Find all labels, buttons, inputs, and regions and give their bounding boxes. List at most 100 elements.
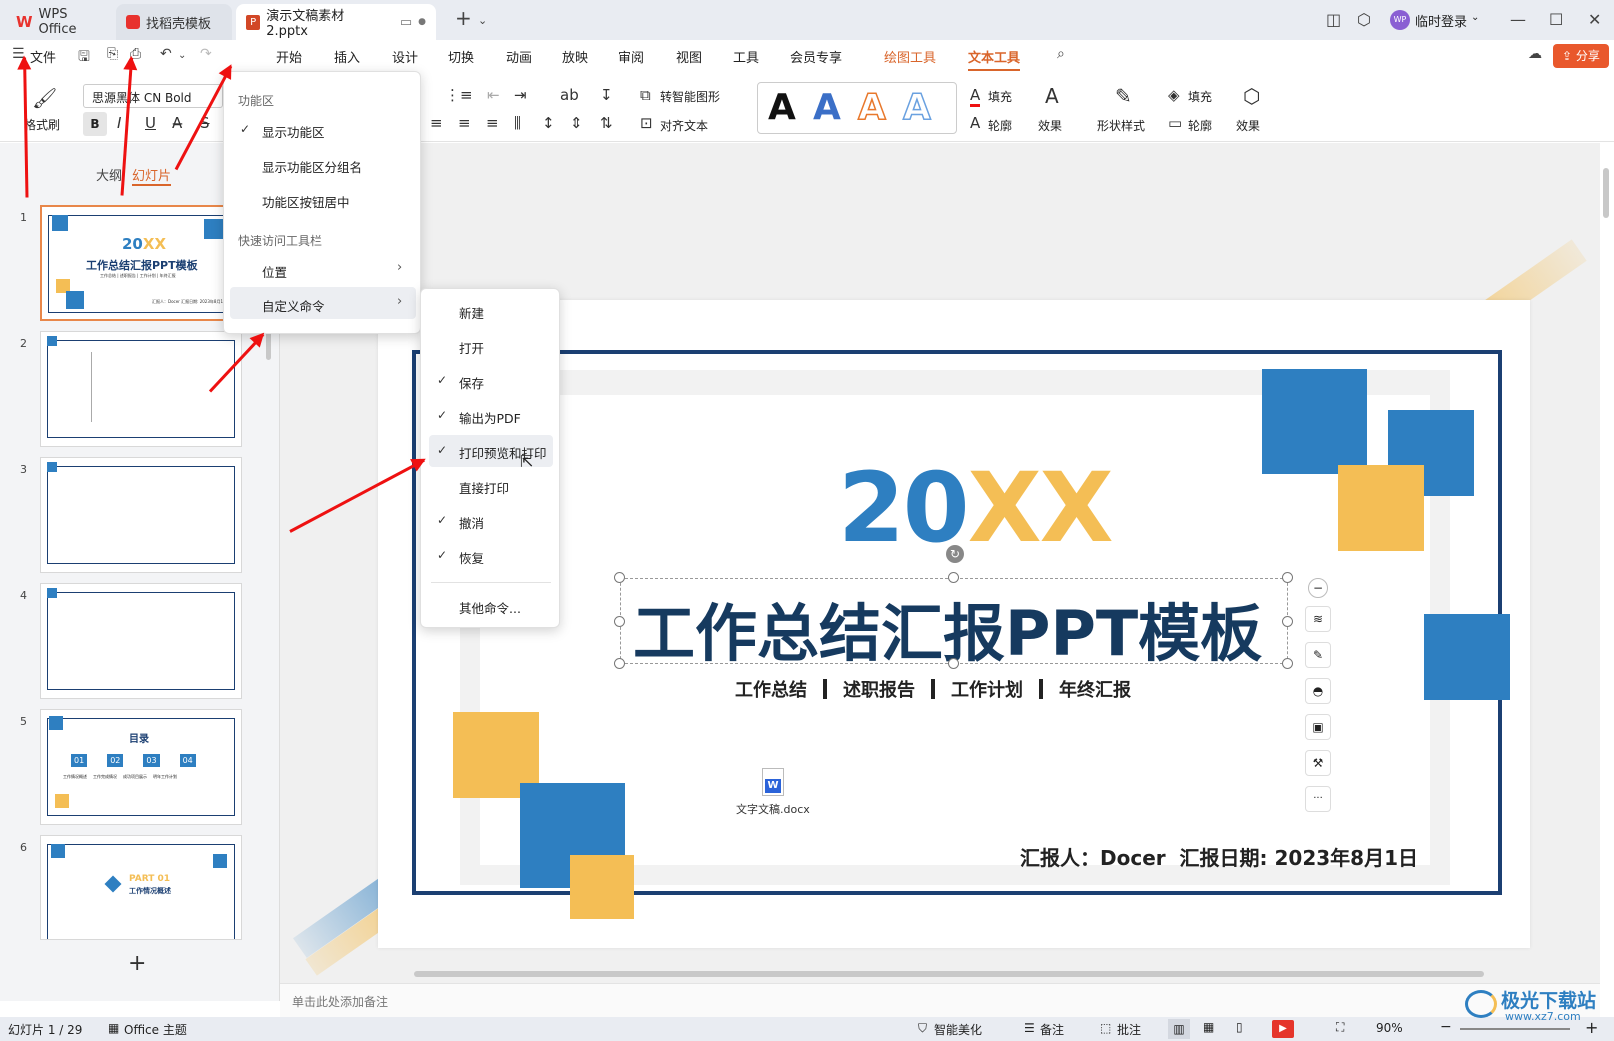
smart-shape-label[interactable]: 转智能图形 xyxy=(660,88,720,105)
tab-outline[interactable]: 大纲 xyxy=(96,165,122,184)
play-slideshow-icon[interactable]: ▶ xyxy=(1272,1020,1294,1038)
align-center-icon[interactable]: ≡ xyxy=(458,114,471,132)
rotate-handle-icon[interactable]: ↻ xyxy=(946,545,964,563)
slide-thumbnail-6[interactable]: PART 01 工作情况概述 xyxy=(40,835,242,940)
submenu-item[interactable]: 输出为PDF xyxy=(459,408,521,427)
tab-8[interactable]: 工具 xyxy=(733,47,759,66)
undo-icon[interactable]: ↶ xyxy=(160,46,172,62)
text-effect-icon[interactable]: A xyxy=(1045,84,1059,108)
line-spacing-icon[interactable]: ↕ xyxy=(542,114,555,132)
align-left-icon[interactable]: ≡ xyxy=(430,114,443,132)
redo-icon[interactable]: ↷ xyxy=(200,46,212,62)
vertical-scrollbar-thumb[interactable] xyxy=(1603,168,1609,218)
submenu-item[interactable]: 打开 xyxy=(459,338,484,357)
sort-icon[interactable]: ↧ xyxy=(600,86,613,104)
title-textbox[interactable]: 工作总结汇报PPT模板 xyxy=(620,578,1288,670)
tab-2[interactable]: 设计 xyxy=(392,47,418,66)
slide-thumbnail-3[interactable] xyxy=(40,457,242,573)
horizontal-scrollbar-thumb[interactable] xyxy=(414,971,1484,977)
submenu-item[interactable]: 撤消 xyxy=(459,513,484,532)
shape-style-label[interactable]: 形状样式 xyxy=(1097,117,1145,134)
docx-file-icon[interactable]: W xyxy=(762,768,784,796)
tab-drawing-tools[interactable]: 绘图工具 xyxy=(884,47,936,66)
resize-handle[interactable] xyxy=(1282,572,1293,583)
resize-handle[interactable] xyxy=(948,572,959,583)
shape-effect-icon[interactable]: ⬡ xyxy=(1243,84,1260,108)
shape-outline-label[interactable]: 轮廓 xyxy=(1188,117,1212,134)
submenu-item[interactable]: 新建 xyxy=(459,303,484,322)
shape-outline-icon[interactable]: ▭ xyxy=(1168,114,1182,132)
tab-list-chevron-icon[interactable]: ⌄ xyxy=(478,14,487,27)
search-icon[interactable]: ⌕ xyxy=(1057,46,1065,62)
wordart-style-black[interactable]: A xyxy=(768,87,796,128)
new-tab-icon[interactable]: + xyxy=(455,6,472,30)
text-effect-label[interactable]: 效果 xyxy=(1038,117,1062,134)
notes-area[interactable]: 单击此处添加备注 xyxy=(280,983,1600,1017)
wordart-style-orange-outline[interactable]: A xyxy=(857,86,886,129)
slide-title[interactable]: 工作总结汇报PPT模板 xyxy=(633,583,1262,673)
slide-thumbnail-1[interactable]: 20XX 工作总结汇报PPT模板 工作总结 | 述职报告 | 工作计划 | 年终… xyxy=(40,205,242,321)
chat-icon[interactable]: ☁ xyxy=(1528,46,1542,62)
tab-4[interactable]: 动画 xyxy=(506,47,532,66)
reading-view-icon[interactable]: ▯ xyxy=(1236,1020,1243,1034)
tab-3[interactable]: 切换 xyxy=(448,47,474,66)
text-outline-icon[interactable]: A xyxy=(970,114,980,132)
tab-9[interactable]: 会员专享 xyxy=(790,47,842,66)
slide-subtitle[interactable]: 工作总结 述职报告 工作计划 年终汇报 xyxy=(735,676,1131,702)
tools-icon[interactable]: ⚒ xyxy=(1305,750,1331,776)
zoom-slider[interactable] xyxy=(1460,1028,1570,1030)
wordart-gallery[interactable]: A A A A xyxy=(757,82,957,134)
wordart-style-blue-outline[interactable]: A xyxy=(902,86,931,129)
para-spacing-icon[interactable]: ⇕ xyxy=(570,114,583,132)
shape-fill-icon[interactable]: ◈ xyxy=(1168,86,1180,104)
bold-button[interactable]: B xyxy=(83,112,107,136)
columns-icon[interactable]: ⇅ xyxy=(600,114,613,132)
export-pdf-icon[interactable]: ⎘ xyxy=(107,46,118,62)
text-fill-label[interactable]: 填充 xyxy=(988,88,1012,105)
tab-slides[interactable]: 幻灯片 xyxy=(132,165,172,186)
layers-icon[interactable]: ≋ xyxy=(1305,606,1331,632)
minimize-icon[interactable]: — xyxy=(1510,10,1526,29)
frame-icon[interactable]: ▣ xyxy=(1305,714,1331,740)
zoom-out-icon[interactable]: − xyxy=(1440,1019,1452,1035)
distribute-icon[interactable]: ⫼ xyxy=(514,114,521,132)
undo-chevron-icon[interactable]: ⌄ xyxy=(178,50,186,61)
file-menu[interactable]: 文件 xyxy=(30,47,56,66)
numbered-list-icon[interactable]: ⋮≡ xyxy=(445,86,473,104)
format-painter-icon[interactable]: 🖌 xyxy=(32,86,57,110)
menu-position[interactable]: 位置 xyxy=(262,262,287,281)
tab-template[interactable]: 找稻壳模板 xyxy=(116,4,232,40)
slide-reporter[interactable]: 汇报人：Docer 汇报日期: 2023年8月1日 xyxy=(1020,842,1418,871)
shape-fill-label[interactable]: 填充 xyxy=(1188,88,1212,105)
notes-button[interactable]: 备注 xyxy=(1040,1021,1064,1038)
pen-icon[interactable]: ✎ xyxy=(1305,642,1331,668)
text-fill-icon[interactable]: A xyxy=(970,86,981,107)
shape-style-icon[interactable]: ✎ xyxy=(1115,84,1132,108)
increase-indent-icon[interactable]: ⇥ xyxy=(514,86,527,104)
smart-shape-icon[interactable]: ⧉ xyxy=(640,86,651,104)
slide-thumbnail-4[interactable] xyxy=(40,583,242,699)
menu-custom-commands[interactable]: 自定义命令 xyxy=(262,296,325,315)
submenu-item[interactable]: 保存 xyxy=(459,373,484,392)
share-button[interactable]: ⇪ 分享 xyxy=(1553,44,1609,68)
close-icon[interactable]: ✕ xyxy=(1588,10,1601,29)
align-text-label[interactable]: 对齐文本 xyxy=(660,117,708,134)
submenu-item[interactable]: 直接打印 xyxy=(459,478,509,497)
resize-handle[interactable] xyxy=(1282,658,1293,669)
resize-handle[interactable] xyxy=(948,658,959,669)
cube-icon[interactable]: ⬡ xyxy=(1357,10,1371,29)
text-outline-label[interactable]: 轮廓 xyxy=(988,117,1012,134)
tab-7[interactable]: 视图 xyxy=(676,47,702,66)
tab-document[interactable]: P 演示文稿素材2.pptx ▭ ● xyxy=(236,4,436,40)
resize-handle[interactable] xyxy=(614,572,625,583)
login-chevron-icon[interactable]: ⌄ xyxy=(1471,12,1479,23)
font-name-select[interactable]: 思源黑体 CN Bold xyxy=(83,84,223,108)
resize-handle[interactable] xyxy=(614,616,625,627)
fill-icon[interactable]: ◓ xyxy=(1305,678,1331,704)
format-painter-label[interactable]: 格式刷 xyxy=(24,116,60,133)
text-spacing-icon[interactable]: ab xyxy=(560,86,579,104)
avatar[interactable]: WP xyxy=(1390,10,1410,30)
fit-window-icon[interactable]: ⛶ xyxy=(1336,1020,1344,1035)
resize-handle[interactable] xyxy=(614,658,625,669)
maximize-icon[interactable]: ☐ xyxy=(1549,10,1563,29)
